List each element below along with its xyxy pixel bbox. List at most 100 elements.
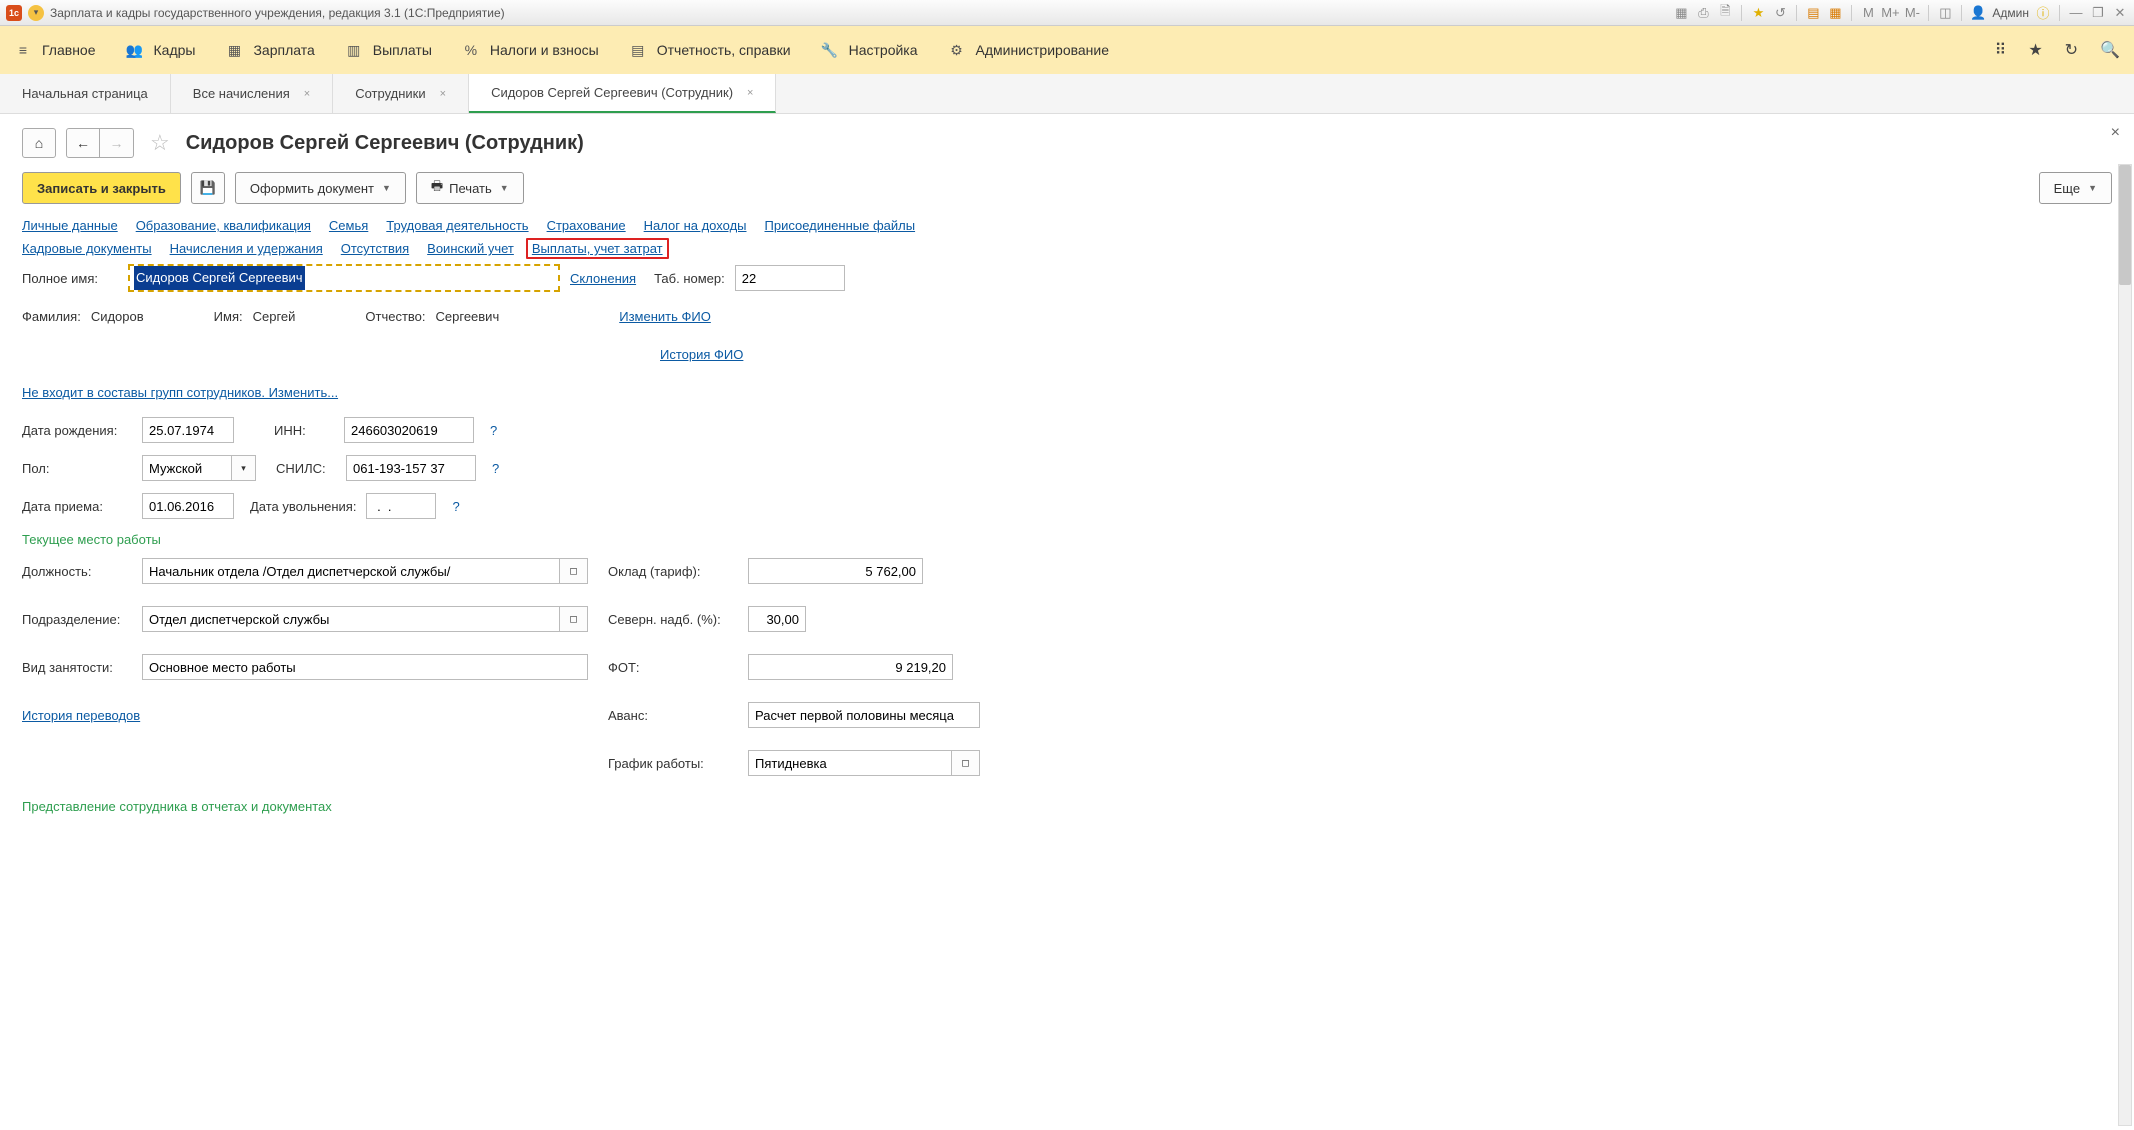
close-icon[interactable]: × <box>747 87 753 99</box>
tabnum-input[interactable] <box>735 265 845 291</box>
history-icon[interactable]: ↺ <box>1772 5 1788 21</box>
salary-input[interactable] <box>748 558 923 584</box>
tabnum-label: Таб. номер: <box>654 271 725 286</box>
minimize-icon[interactable]: — <box>2068 5 2084 21</box>
page-title: Сидоров Сергей Сергеевич (Сотрудник) <box>186 132 584 155</box>
emptype-input[interactable] <box>142 654 588 680</box>
inn-label: ИНН: <box>274 423 334 438</box>
create-document-button[interactable]: Оформить документ▼ <box>235 172 406 204</box>
sex-select[interactable] <box>142 455 232 481</box>
titlebar-icon-1[interactable]: ▦ <box>1673 5 1689 21</box>
declensions-link[interactable]: Склонения <box>570 271 636 286</box>
firedate-label: Дата увольнения: <box>250 499 356 514</box>
menu-zarplata[interactable]: ▦Зарплата <box>225 41 314 59</box>
north-input[interactable] <box>748 606 806 632</box>
link-education[interactable]: Образование, квалификация <box>136 218 311 233</box>
close-icon[interactable]: × <box>440 88 446 100</box>
link-insurance[interactable]: Страхование <box>547 218 626 233</box>
link-files[interactable]: Присоединенные файлы <box>765 218 916 233</box>
user-name: Админ <box>1992 6 2029 20</box>
window-title: Зарплата и кадры государственного учрежд… <box>50 6 505 20</box>
maximize-icon[interactable]: ❐ <box>2090 5 2106 21</box>
dept-open-button[interactable]: ◻ <box>560 606 588 632</box>
arrow-left-icon: ← <box>76 135 90 151</box>
close-window-icon[interactable]: ✕ <box>2112 5 2128 21</box>
favorites-icon[interactable]: ★ <box>2028 40 2042 60</box>
close-icon[interactable]: × <box>304 88 310 100</box>
dept-input[interactable] <box>142 606 560 632</box>
patronymic-label: Отчество: <box>365 309 425 324</box>
search-icon[interactable]: 🔍 <box>2100 40 2120 60</box>
apps-icon[interactable]: ⠿ <box>1995 40 2007 60</box>
groups-link[interactable]: Не входит в составы групп сотрудников. И… <box>22 385 338 400</box>
tab-start[interactable]: Начальная страница <box>0 74 171 113</box>
tab-employees[interactable]: Сотрудники× <box>333 74 469 113</box>
help-icon[interactable]: ? <box>492 461 499 476</box>
schedule-open-button[interactable]: ◻ <box>952 750 980 776</box>
panels-icon[interactable]: ◫ <box>1937 5 1953 21</box>
titlebar-icon-2[interactable]: ⎙ <box>1695 5 1711 21</box>
patronymic-value: Сергеевич <box>436 309 500 324</box>
snils-input[interactable] <box>346 455 476 481</box>
forward-button[interactable]: → <box>100 128 134 158</box>
menu-admin[interactable]: ⚙Администрирование <box>948 41 1110 59</box>
table-icon: ▦ <box>225 41 243 59</box>
link-payments-costs[interactable]: Выплаты, учет затрат <box>532 241 663 256</box>
menu-nastroika[interactable]: 🔧Настройка <box>821 41 918 59</box>
link-military[interactable]: Воинский учет <box>427 241 514 256</box>
link-hr-docs[interactable]: Кадровые документы <box>22 241 152 256</box>
calc-icon[interactable]: ▤ <box>1805 5 1821 21</box>
home-button[interactable]: ⌂ <box>22 128 56 158</box>
star-icon[interactable]: ★ <box>1750 5 1766 21</box>
menu-nalogi[interactable]: %Налоги и взносы <box>462 41 599 59</box>
vertical-scrollbar[interactable] <box>2118 164 2132 1126</box>
hiredate-input[interactable] <box>142 493 234 519</box>
tab-accruals[interactable]: Все начисления× <box>171 74 333 113</box>
change-fio-link[interactable]: Изменить ФИО <box>619 309 711 324</box>
favorite-star-icon[interactable]: ☆ <box>150 130 170 156</box>
fullname-input[interactable]: Сидоров Сергей Сергеевич <box>130 266 558 290</box>
link-labor[interactable]: Трудовая деятельность <box>386 218 528 233</box>
scrollbar-thumb[interactable] <box>2119 165 2131 285</box>
advance-input[interactable] <box>748 702 980 728</box>
link-personal[interactable]: Личные данные <box>22 218 118 233</box>
menu-kadry[interactable]: 👥Кадры <box>126 41 196 59</box>
titlebar-icon-3[interactable]: 🗎 <box>1717 5 1733 21</box>
inn-input[interactable] <box>344 417 474 443</box>
tab-employee-card[interactable]: Сидоров Сергей Сергеевич (Сотрудник)× <box>469 74 776 113</box>
chevron-down-icon: ▼ <box>2088 183 2097 193</box>
print-button[interactable]: 🖶Печать▼ <box>416 172 524 204</box>
transfers-link[interactable]: История переводов <box>22 708 140 723</box>
link-family[interactable]: Семья <box>329 218 368 233</box>
back-button[interactable]: ← <box>66 128 100 158</box>
more-button[interactable]: Еще▼ <box>2039 172 2112 204</box>
menu-vyplaty[interactable]: ▥Выплаты <box>345 41 432 59</box>
help-icon[interactable]: ? <box>452 499 459 514</box>
firedate-input[interactable] <box>366 493 436 519</box>
info-icon[interactable]: ⓘ <box>2035 5 2051 21</box>
menu-main[interactable]: ≡Главное <box>14 41 96 59</box>
fot-input[interactable] <box>748 654 953 680</box>
m-minus-icon[interactable]: M- <box>1904 5 1920 21</box>
link-accruals[interactable]: Начисления и удержания <box>170 241 323 256</box>
position-open-button[interactable]: ◻ <box>560 558 588 584</box>
user-icon: 👤 <box>1970 5 1986 21</box>
calendar-icon[interactable]: ▦ <box>1827 5 1843 21</box>
history-fio-link[interactable]: История ФИО <box>660 347 743 362</box>
m-plus-icon[interactable]: M+ <box>1882 5 1898 21</box>
schedule-input[interactable] <box>748 750 952 776</box>
sex-dropdown-button[interactable]: ▾ <box>232 455 256 481</box>
history2-icon[interactable]: ↻ <box>2065 40 2078 60</box>
titlebar-dropdown-icon[interactable]: ▾ <box>28 5 44 21</box>
help-icon[interactable]: ? <box>490 423 497 438</box>
close-page-icon[interactable]: × <box>2111 124 2120 142</box>
link-income-tax[interactable]: Налог на доходы <box>644 218 747 233</box>
menu-otchet[interactable]: ▤Отчетность, справки <box>629 41 791 59</box>
save-button[interactable]: 💾 <box>191 172 225 204</box>
position-input[interactable] <box>142 558 560 584</box>
save-close-button[interactable]: Записать и закрыть <box>22 172 181 204</box>
link-absences[interactable]: Отсутствия <box>341 241 409 256</box>
birthdate-input[interactable] <box>142 417 234 443</box>
gear-icon: ⚙ <box>948 41 966 59</box>
m-icon[interactable]: M <box>1860 5 1876 21</box>
